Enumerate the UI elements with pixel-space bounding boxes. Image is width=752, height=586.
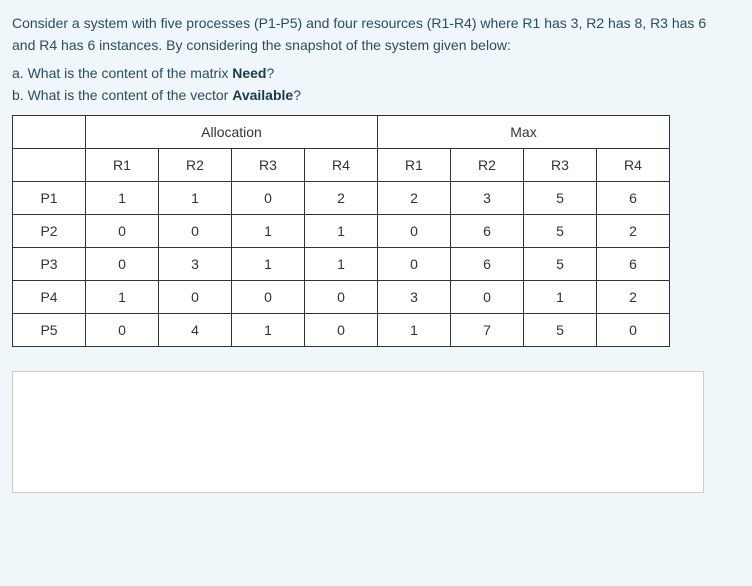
allocation-max-table: Allocation Max R1 R2 R3 R4 R1 R2 R3 R4 P… <box>12 115 670 347</box>
table-row: P1 1 1 0 2 2 3 5 6 <box>13 181 670 214</box>
col-max-r4: R4 <box>597 148 670 181</box>
row-label: P3 <box>13 247 86 280</box>
cell: 2 <box>378 181 451 214</box>
intro-part: , R3 has <box>642 15 698 31</box>
intro-part: and R4 has <box>12 37 88 53</box>
cell: 0 <box>86 214 159 247</box>
question-a: a. What is the content of the matrix Nee… <box>12 65 740 81</box>
max-header: Max <box>378 115 670 148</box>
row-label: P5 <box>13 313 86 346</box>
col-max-r2: R2 <box>451 148 524 181</box>
cell: 6 <box>597 247 670 280</box>
cell: 5 <box>524 247 597 280</box>
question-b-bold: Available <box>232 87 293 103</box>
cell: 1 <box>232 313 305 346</box>
cell: 1 <box>232 214 305 247</box>
cell: 0 <box>86 247 159 280</box>
intro-part: , R2 has <box>578 15 634 31</box>
cell: 0 <box>159 280 232 313</box>
cell: 7 <box>451 313 524 346</box>
row-label: P2 <box>13 214 86 247</box>
row-label: P1 <box>13 181 86 214</box>
cell: 4 <box>159 313 232 346</box>
col-max-r3: R3 <box>524 148 597 181</box>
cell: 1 <box>86 280 159 313</box>
cell: 2 <box>597 214 670 247</box>
question-b-suffix: ? <box>293 87 301 103</box>
col-alloc-r3: R3 <box>232 148 305 181</box>
table-row: P3 0 3 1 1 0 6 5 6 <box>13 247 670 280</box>
col-alloc-r1: R1 <box>86 148 159 181</box>
cell: 2 <box>305 181 378 214</box>
cell: 0 <box>86 313 159 346</box>
cell: 1 <box>524 280 597 313</box>
cell: 0 <box>597 313 670 346</box>
answer-input-area[interactable] <box>12 371 704 493</box>
cell: 6 <box>451 214 524 247</box>
group-header-row: Allocation Max <box>13 115 670 148</box>
intro-part: instances. By considering the snapshot o… <box>95 37 511 53</box>
table-row: P4 1 0 0 0 3 0 1 2 <box>13 280 670 313</box>
column-header-row: R1 R2 R3 R4 R1 R2 R3 R4 <box>13 148 670 181</box>
cell: 0 <box>159 214 232 247</box>
cell: 6 <box>597 181 670 214</box>
cell: 0 <box>232 181 305 214</box>
cell: 1 <box>159 181 232 214</box>
col-alloc-r4: R4 <box>305 148 378 181</box>
cell: 2 <box>597 280 670 313</box>
cell: 5 <box>524 181 597 214</box>
cell: 5 <box>524 313 597 346</box>
cell: 1 <box>232 247 305 280</box>
cell: 0 <box>378 247 451 280</box>
question-b-prefix: b. What is the content of the vector <box>12 87 232 103</box>
cell: 3 <box>159 247 232 280</box>
table-row: P5 0 4 1 0 1 7 5 0 <box>13 313 670 346</box>
cell: 0 <box>305 313 378 346</box>
cell: 3 <box>378 280 451 313</box>
corner-empty <box>13 148 86 181</box>
cell: 0 <box>451 280 524 313</box>
intro-text: Consider a system with five processes (P… <box>12 12 740 57</box>
cell: 0 <box>305 280 378 313</box>
cell: 0 <box>378 214 451 247</box>
question-a-bold: Need <box>232 65 266 81</box>
cell: 5 <box>524 214 597 247</box>
col-max-r1: R1 <box>378 148 451 181</box>
table-row: P2 0 0 1 1 0 6 5 2 <box>13 214 670 247</box>
corner-empty <box>13 115 86 148</box>
cell: 6 <box>451 247 524 280</box>
cell: 3 <box>451 181 524 214</box>
cell: 0 <box>232 280 305 313</box>
question-b: b. What is the content of the vector Ava… <box>12 87 740 103</box>
intro-part: Consider a system with five processes (P… <box>12 15 571 31</box>
col-alloc-r2: R2 <box>159 148 232 181</box>
cell: 1 <box>378 313 451 346</box>
row-label: P4 <box>13 280 86 313</box>
cell: 1 <box>305 214 378 247</box>
question-a-prefix: a. What is the content of the matrix <box>12 65 232 81</box>
cell: 1 <box>305 247 378 280</box>
cell: 1 <box>86 181 159 214</box>
r3-total: 6 <box>698 15 706 31</box>
question-a-suffix: ? <box>266 65 274 81</box>
allocation-header: Allocation <box>86 115 378 148</box>
